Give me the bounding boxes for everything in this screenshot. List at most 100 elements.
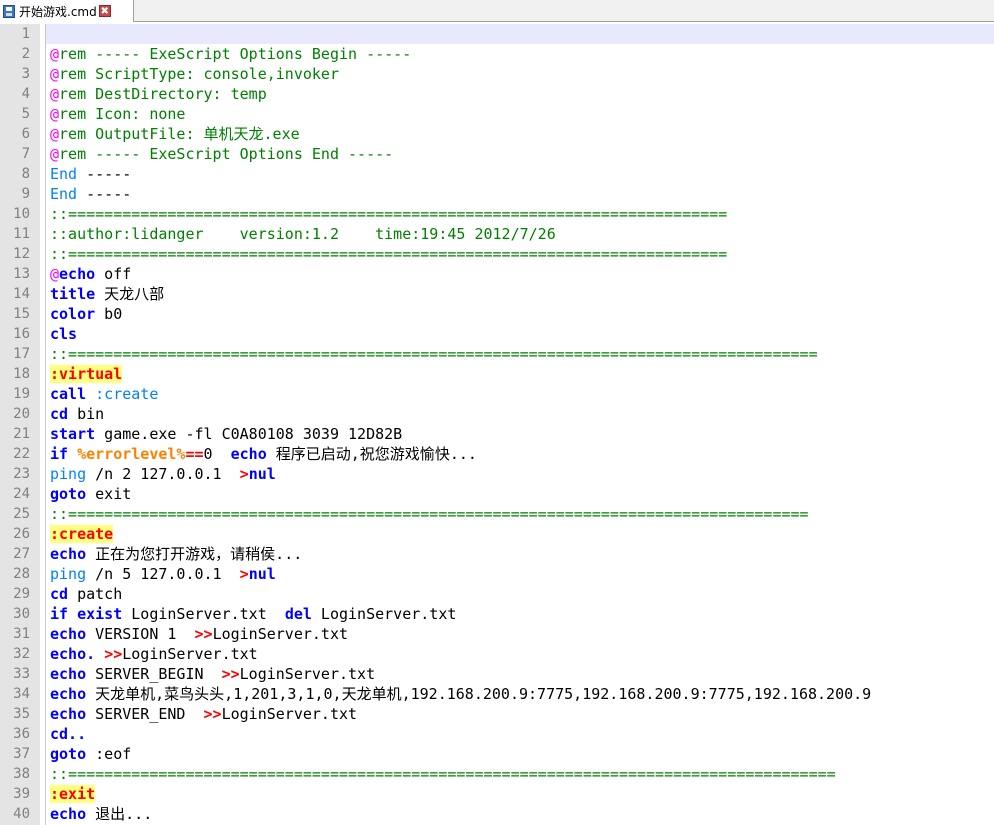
- code-token: cd: [50, 405, 69, 423]
- code-token: End: [50, 165, 78, 183]
- code-token: cd: [50, 585, 69, 603]
- code-token: @: [50, 45, 60, 63]
- code-line[interactable]: 29 cd patch: [0, 584, 994, 604]
- code-token: exist: [77, 605, 123, 623]
- code-token: ::======================================…: [50, 345, 818, 363]
- code-line[interactable]: 15 color b0: [0, 304, 994, 324]
- code-line[interactable]: 33 echo SERVER_BEGIN >>LoginServer.txt: [0, 664, 994, 684]
- line-code: color b0: [46, 304, 994, 324]
- line-code: if %errorlevel%==0 echo 程序已启动,祝您游戏愉快...: [46, 444, 994, 464]
- code-editor[interactable]: 1 2 @rem ----- ExeScript Options Begin ---…: [0, 24, 994, 825]
- tab-bar: 开始游戏.cmd ✖: [0, 0, 994, 22]
- code-token: bin: [68, 405, 105, 423]
- code-line[interactable]: 35 echo SERVER_END >>LoginServer.txt: [0, 704, 994, 724]
- code-line[interactable]: 12::====================================…: [0, 244, 994, 264]
- close-tab-icon[interactable]: ✖: [98, 5, 111, 17]
- line-number: 13: [13, 266, 30, 282]
- code-token: SERVER_BEGIN: [86, 665, 222, 683]
- line-code: cd patch: [46, 584, 994, 604]
- code-token: if: [50, 605, 69, 623]
- code-line[interactable]: 20 cd bin: [0, 404, 994, 424]
- line-number: 12: [13, 246, 30, 262]
- code-line[interactable]: 16 cls: [0, 324, 994, 344]
- code-line[interactable]: 19 call :create: [0, 384, 994, 404]
- line-number: 9: [21, 186, 30, 202]
- code-token: -----: [77, 165, 132, 183]
- code-token: End: [50, 185, 78, 203]
- code-line[interactable]: 23 ping /n 2 127.0.0.1 >nul: [0, 464, 994, 484]
- code-line[interactable]: 34 echo 天龙单机,菜鸟头头,1,201,3,1,0,天龙单机,192.16…: [0, 684, 994, 704]
- code-line[interactable]: 10::====================================…: [0, 204, 994, 224]
- code-line[interactable]: 21 start game.exe -fl C0A80108 3039 12D82…: [0, 424, 994, 444]
- code-token: echo: [50, 805, 87, 823]
- line-number: 22: [13, 446, 30, 462]
- code-token: ==: [185, 445, 204, 463]
- line-number: 37: [13, 746, 30, 762]
- code-line[interactable]: 14 title 天龙八部: [0, 284, 994, 304]
- code-line[interactable]: 4 @rem DestDirectory: temp: [0, 84, 994, 104]
- code-token: cd..: [50, 725, 87, 743]
- line-code: @rem DestDirectory: temp: [46, 84, 994, 104]
- code-token: /n 5 127.0.0.1: [86, 565, 240, 583]
- code-line[interactable]: 13 @echo off: [0, 264, 994, 284]
- code-line[interactable]: 3 @rem ScriptType: console,invoker: [0, 64, 994, 84]
- line-number: 14: [13, 286, 30, 302]
- line-code: echo VERSION 1 >>LoginServer.txt: [46, 624, 994, 644]
- code-token: echo: [50, 665, 87, 683]
- code-token: if: [50, 445, 69, 463]
- code-line[interactable]: 24 goto exit: [0, 484, 994, 504]
- code-line[interactable]: 40 echo 退出...: [0, 804, 994, 824]
- code-line[interactable]: 37 goto :eof: [0, 744, 994, 764]
- code-line[interactable]: 30 if exist LoginServer.txt del LoginServ…: [0, 604, 994, 624]
- code-line[interactable]: 11::author:lidanger version:1.2 time:19:…: [0, 224, 994, 244]
- line-code: goto :eof: [46, 744, 994, 764]
- line-number: 8: [21, 166, 30, 182]
- code-token: echo: [50, 705, 87, 723]
- line-number: 1: [21, 26, 30, 42]
- line-code: title 天龙八部: [46, 284, 994, 304]
- line-number: 6: [21, 126, 30, 142]
- line-number: 16: [13, 326, 30, 342]
- code-token: :create: [95, 385, 159, 403]
- code-token: @: [50, 65, 60, 83]
- code-token: title: [50, 285, 96, 303]
- code-token: rem DestDirectory: temp: [59, 85, 267, 103]
- code-line[interactable]: 2 @rem ----- ExeScript Options Begin ----…: [0, 44, 994, 64]
- line-number: 26: [13, 526, 30, 542]
- code-line[interactable]: 5 @rem Icon: none: [0, 104, 994, 124]
- code-token: >>: [104, 645, 123, 663]
- code-token: ::======================================…: [50, 205, 728, 223]
- code-line[interactable]: 38::====================================…: [0, 764, 994, 784]
- code-line[interactable]: 28 ping /n 5 127.0.0.1 >nul: [0, 564, 994, 584]
- code-line[interactable]: 32 echo. >>LoginServer.txt: [0, 644, 994, 664]
- line-code: echo SERVER_BEGIN >>LoginServer.txt: [46, 664, 994, 684]
- line-code: @rem ----- ExeScript Options Begin -----: [46, 44, 994, 64]
- line-code: @rem ScriptType: console,invoker: [46, 64, 994, 84]
- line-number: 10: [13, 206, 30, 222]
- code-token: rem ----- ExeScript Options End -----: [59, 145, 394, 163]
- code-line[interactable]: 9 End -----: [0, 184, 994, 204]
- line-code: call :create: [46, 384, 994, 404]
- code-line[interactable]: 7 @rem ----- ExeScript Options End -----: [0, 144, 994, 164]
- line-number: 38: [13, 766, 30, 782]
- code-line[interactable]: 26 :create: [0, 524, 994, 544]
- code-line[interactable]: 22 if %errorlevel%==0 echo 程序已启动,祝您游戏愉快..…: [0, 444, 994, 464]
- line-code: :exit: [46, 784, 994, 804]
- code-line[interactable]: 25::====================================…: [0, 504, 994, 524]
- code-line[interactable]: 1: [0, 24, 994, 44]
- line-number: 30: [13, 606, 30, 622]
- code-line[interactable]: 31 echo VERSION 1 >>LoginServer.txt: [0, 624, 994, 644]
- file-tab[interactable]: 开始游戏.cmd ✖: [0, 0, 134, 22]
- line-number: 4: [21, 86, 30, 102]
- code-line[interactable]: 39:exit: [0, 784, 994, 804]
- code-line[interactable]: 36 cd..: [0, 724, 994, 744]
- code-line[interactable]: 27 echo 正在为您打开游戏，请稍侯...: [0, 544, 994, 564]
- line-code: :virtual: [46, 364, 994, 384]
- line-code: :create: [46, 524, 994, 544]
- code-line[interactable]: 18:virtual: [0, 364, 994, 384]
- code-line[interactable]: 17::====================================…: [0, 344, 994, 364]
- code-line[interactable]: 6 @rem OutputFile: 单机天龙.exe: [0, 124, 994, 144]
- line-code: @rem ----- ExeScript Options End -----: [46, 144, 994, 164]
- line-code: ::======================================…: [46, 764, 994, 784]
- code-line[interactable]: 8 End -----: [0, 164, 994, 184]
